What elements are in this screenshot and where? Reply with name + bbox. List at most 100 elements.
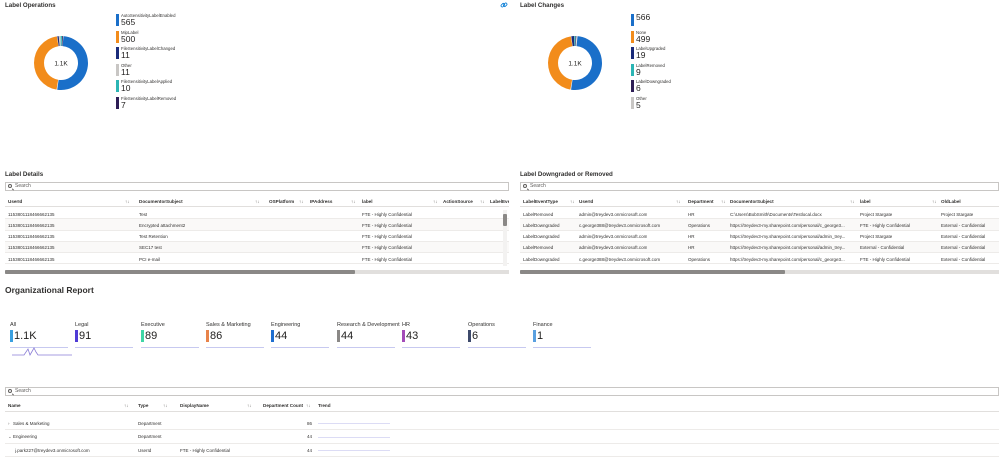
sort-icon[interactable]: ↑↓: [351, 199, 355, 204]
table-cell: FTE - Highly Confidential: [362, 222, 413, 228]
legend-item[interactable]: FileSensitivityLabelRemoved 7: [116, 96, 176, 113]
donut-slice[interactable]: [574, 36, 576, 47]
table-row[interactable]: 1153801118466662135 SEC17 test FTE - Highl…: [5, 241, 509, 254]
legend-item[interactable]: 566: [631, 13, 671, 30]
sort-icon[interactable]: ↑↓: [124, 403, 128, 408]
legend-item[interactable]: FileSensitivityLabelApplied 10: [116, 79, 176, 96]
expander-icon[interactable]: ⌄: [8, 434, 12, 440]
table-cell: Project Stargate: [860, 211, 893, 217]
label-details-vscroll[interactable]: [503, 210, 507, 266]
col-trend[interactable]: Trend: [318, 403, 331, 408]
sort-icon[interactable]: ↑↓: [247, 403, 251, 408]
sort-icon[interactable]: ↑↓: [676, 199, 680, 204]
sort-icon[interactable]: ↑↓: [299, 199, 303, 204]
org-tile[interactable]: Research & Development 44: [337, 322, 400, 348]
sort-icon[interactable]: ↑↓: [163, 403, 167, 408]
col-header[interactable]: label: [362, 199, 372, 204]
sort-icon[interactable]: ↑↓: [255, 199, 259, 204]
org-tile-sparkline: [402, 347, 460, 348]
row-trend: [318, 450, 390, 451]
col-header[interactable]: LabelEventType: [523, 199, 558, 204]
org-tile[interactable]: All 1.1K: [10, 322, 68, 348]
row-type: UserId: [138, 447, 152, 453]
col-header[interactable]: ActionSource: [443, 199, 473, 204]
table-cell: External - Confidential: [941, 234, 986, 240]
table-cell: 11538011184666621​35: [8, 211, 55, 217]
org-tile-bar: [141, 330, 144, 342]
org-tile[interactable]: Sales & Marketing 86: [206, 322, 264, 348]
table-row[interactable]: LabelRemoved admin@treydev3.onmicrosoft.c…: [520, 208, 999, 220]
legend-item[interactable]: LabelRemoved 9: [631, 63, 671, 80]
col-header[interactable]: IPAddress: [310, 199, 332, 204]
row-name: j.park227@treydev3.onmicrosoft.com: [15, 447, 90, 453]
org-tile-value: 1: [537, 330, 544, 342]
table-row[interactable]: LabelDowngraded c.george388@treydev3.onmi…: [520, 253, 999, 265]
col-header[interactable]: OldLabel: [941, 199, 961, 204]
sort-icon[interactable]: ↑↓: [570, 199, 574, 204]
legend-item[interactable]: FileSensitivityLabelChanged 11: [116, 46, 176, 63]
org-tile[interactable]: Finance 1: [533, 322, 591, 348]
org-report-search[interactable]: Search: [5, 387, 999, 396]
col-header[interactable]: UserId: [8, 199, 22, 204]
table-cell: 1153801118466662135: [8, 256, 55, 262]
sort-icon[interactable]: ↑↓: [125, 199, 129, 204]
sort-icon[interactable]: ↑↓: [433, 199, 437, 204]
org-tile[interactable]: Engineering 44: [271, 322, 329, 348]
col-header[interactable]: DocumentorSubject: [730, 199, 774, 204]
sort-icon[interactable]: ↑↓: [932, 199, 936, 204]
legend-item[interactable]: MipLabel 500: [116, 30, 176, 47]
org-report-table: Name ↑↓ Type ↑↓ DisplayName ↑↓ Departmen…: [5, 400, 999, 461]
col-header[interactable]: DocumentorSubject: [139, 199, 183, 204]
org-tile-name: Finance: [533, 322, 553, 328]
col-header[interactable]: OSPlatform: [269, 199, 294, 204]
label-details-hscroll[interactable]: [5, 270, 509, 274]
sort-icon[interactable]: ↑↓: [721, 199, 725, 204]
legend-item[interactable]: None 499: [631, 30, 671, 47]
expander-icon[interactable]: ›: [8, 421, 10, 426]
col-department-count[interactable]: Department Count: [263, 403, 303, 408]
org-tile[interactable]: Legal 91: [75, 322, 133, 348]
legend-item[interactable]: Other 11: [116, 63, 176, 80]
table-row[interactable]: LabelDowngraded admin@treydev3.onmicrosof…: [520, 231, 999, 242]
table-row[interactable]: 1153801118466662135 Encrypted attachment2…: [5, 219, 509, 231]
table-cell: admin@treydev3.onmicrosoft.com: [579, 211, 648, 217]
label-downgraded-search[interactable]: Search: [520, 182, 999, 191]
table-row[interactable]: LabelRemoved admin@treydev3.onmicrosoft.c…: [520, 241, 999, 254]
col-header[interactable]: label: [860, 199, 870, 204]
table-row[interactable]: LabelDowngraded c.george388@treydev3.onmi…: [520, 219, 999, 231]
col-header[interactable]: LabelEve: [490, 199, 509, 204]
label-changes-donut[interactable]: 1.1K: [546, 34, 604, 92]
org-tile-sparkline: [141, 347, 199, 348]
label-operations-donut[interactable]: 1.1K: [32, 34, 90, 92]
org-tile[interactable]: HR 43: [402, 322, 460, 348]
org-tile[interactable]: Executive 89: [141, 322, 199, 348]
legend-value: 7: [121, 99, 126, 110]
col-header[interactable]: UserId: [579, 199, 593, 204]
label-details-search[interactable]: Search: [5, 182, 509, 191]
tree-row[interactable]: j.park227@treydev3.onmicrosoft.com UserI…: [5, 444, 999, 457]
tree-row[interactable]: › Sales & Marketing Department 86: [5, 417, 999, 430]
sort-icon[interactable]: ↑↓: [480, 199, 484, 204]
table-cell: https://treydev3-my.sharepoint.com/perso…: [730, 245, 846, 251]
col-displayname[interactable]: DisplayName: [180, 403, 209, 408]
table-row[interactable]: 11538011184666621​35 Test FTE - Highly Con…: [5, 208, 509, 220]
label-downgraded-hscroll[interactable]: [520, 270, 999, 274]
sort-icon[interactable]: ↑↓: [306, 403, 310, 408]
col-type[interactable]: Type: [138, 403, 148, 408]
sort-icon[interactable]: ↑↓: [850, 199, 854, 204]
donut-slice[interactable]: [60, 36, 62, 47]
org-tile[interactable]: Operations 6: [468, 322, 526, 348]
legend-item[interactable]: LabelUpgraded 19: [631, 46, 671, 63]
col-header[interactable]: Department: [688, 199, 714, 204]
legend-value: 6: [636, 83, 641, 93]
table-cell: PCI e-mail: [139, 256, 161, 262]
org-tile-value: 89: [145, 330, 158, 342]
legend-item[interactable]: Other 5: [631, 96, 671, 113]
table-row[interactable]: 1153801118466662135 PCI e-mail FTE - Highl…: [5, 253, 509, 265]
table-row[interactable]: 1153801118466662135 Test Retention FTE - H…: [5, 231, 509, 242]
legend-item[interactable]: LabelDowngraded 6: [631, 79, 671, 96]
tree-row[interactable]: ⌄ Engineering Department 44: [5, 431, 999, 444]
legend-item[interactable]: AutoSensitivityLabelEnabled 565: [116, 13, 176, 30]
link-icon[interactable]: [500, 1, 508, 9]
col-name[interactable]: Name: [8, 403, 21, 408]
